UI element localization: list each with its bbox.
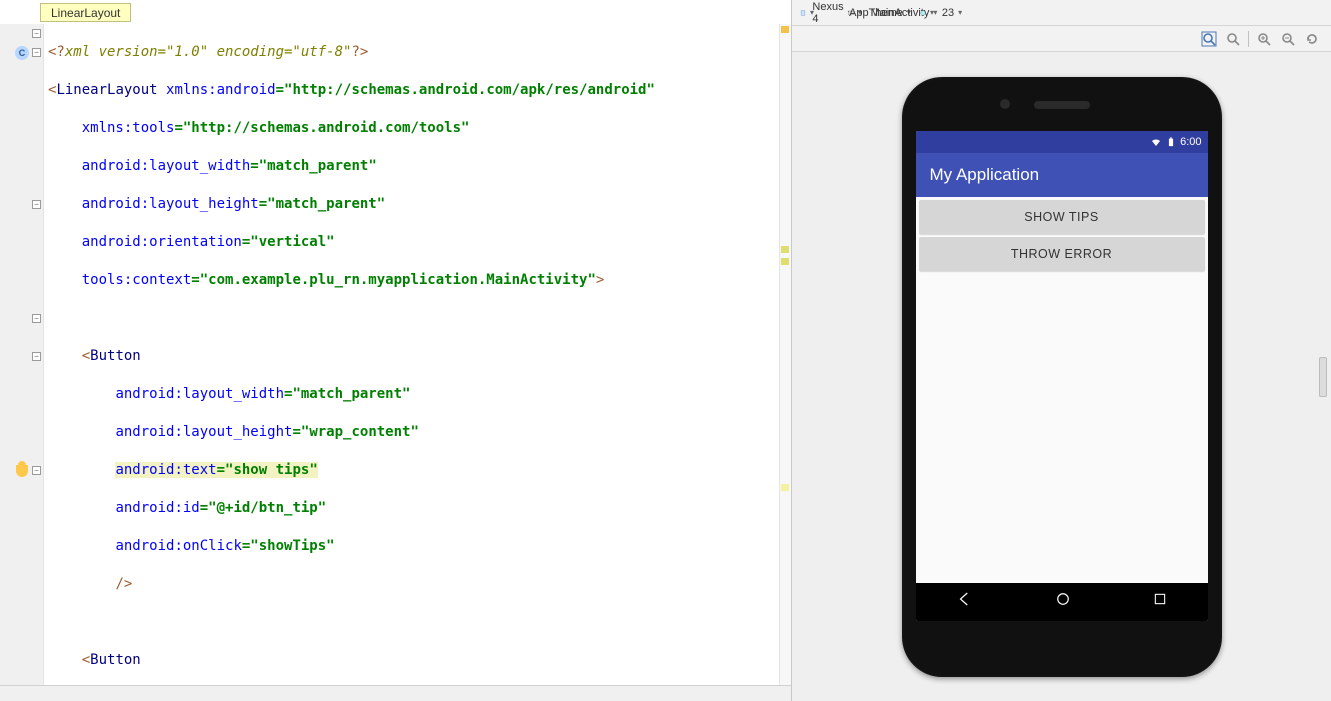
val: http://schemas.android.com/tools	[191, 120, 461, 136]
device-frame: 6:00 My Application SHOW TIPS THROW ERRO…	[902, 77, 1222, 677]
nav-back-icon[interactable]	[956, 590, 974, 613]
xml-editor-pane: LinearLayout − C − − − − − <?xml version…	[0, 0, 792, 701]
zoom-fit-icon[interactable]	[1200, 30, 1218, 48]
attr: android:id	[115, 500, 199, 516]
fold-icon[interactable]: −	[32, 48, 41, 57]
editor-bottom-strip	[0, 685, 791, 701]
val: show tips	[233, 462, 309, 478]
battery-icon	[1166, 136, 1176, 148]
breadcrumb-tag[interactable]: LinearLayout	[40, 3, 131, 22]
api-label: 23	[942, 7, 954, 19]
attr: tools:context	[82, 272, 192, 288]
locale-dropdown[interactable]	[918, 4, 936, 22]
val: match_parent	[301, 386, 402, 402]
attr: android:orientation	[82, 234, 242, 250]
device-dropdown[interactable]: Nexus 4	[822, 4, 840, 22]
fold-icon[interactable]: −	[32, 200, 41, 209]
tag-close: />	[115, 576, 132, 592]
attr: xmlns:tools	[82, 120, 175, 136]
code-area[interactable]: − C − − − − − <?xml version="1.0" encodi…	[0, 24, 791, 685]
intention-bulb-icon[interactable]	[16, 465, 28, 477]
val: match_parent	[276, 196, 377, 212]
speaker-slot	[1034, 101, 1090, 109]
wifi-icon	[1150, 136, 1162, 148]
attr: android:layout_height	[82, 196, 259, 212]
status-bar: 6:00	[916, 131, 1208, 153]
val: wrap_content	[309, 424, 410, 440]
app-title: My Application	[930, 165, 1040, 185]
tag-button: Button	[90, 348, 141, 364]
marker-hint-icon[interactable]	[781, 484, 789, 491]
nav-bar	[916, 583, 1208, 621]
attr: android:text	[115, 462, 216, 478]
attr: android:onClick	[115, 538, 241, 554]
breadcrumb-bar: LinearLayout	[0, 0, 791, 24]
tag-linearlayout: LinearLayout	[56, 82, 157, 98]
button-throw-error[interactable]: THROW ERROR	[919, 237, 1205, 271]
val: showTips	[259, 538, 326, 554]
fold-icon[interactable]: −	[32, 29, 41, 38]
api-dropdown[interactable]: 23	[942, 4, 960, 22]
zoom-in-icon[interactable]	[1255, 30, 1273, 48]
attr: android:layout_width	[82, 158, 251, 174]
val: match_parent	[267, 158, 368, 174]
val: vertical	[259, 234, 326, 250]
clock-label: 6:00	[1180, 136, 1201, 148]
device-screen: 6:00 My Application SHOW TIPS THROW ERRO…	[916, 131, 1208, 621]
marker-warn-icon[interactable]	[781, 258, 789, 265]
app-bar: My Application	[916, 153, 1208, 197]
activity-dropdown[interactable]: MainActivity	[894, 4, 912, 22]
marker-warn-icon[interactable]	[781, 246, 789, 253]
attr: android:layout_height	[115, 424, 292, 440]
val: @+id/btn_tip	[217, 500, 318, 516]
fold-icon[interactable]: −	[32, 314, 41, 323]
device-label: Nexus 4	[812, 1, 843, 25]
tag-button: Button	[90, 652, 141, 668]
design-toolbar: Nexus 4 AppTheme MainActivity 23	[792, 0, 1331, 26]
error-stripe[interactable]	[779, 24, 791, 685]
code-body[interactable]: <?xml version="1.0" encoding="utf-8"?> <…	[44, 24, 791, 685]
fold-icon[interactable]: −	[32, 352, 41, 361]
button-show-tips[interactable]: SHOW TIPS	[919, 200, 1205, 234]
attr: xmlns:android	[166, 82, 276, 98]
editor-gutter: − C − − − − −	[0, 24, 44, 685]
val: http://schemas.android.com/apk/res/andro…	[292, 82, 646, 98]
val: com.example.plu_rn.myapplication.MainAct…	[208, 272, 587, 288]
xml-pi: xml version="1.0" encoding="utf-8"	[65, 44, 352, 60]
nav-recent-icon[interactable]	[1152, 591, 1168, 612]
front-camera	[1000, 99, 1010, 109]
nav-home-icon[interactable]	[1054, 590, 1072, 613]
zoom-reset-icon[interactable]	[1224, 30, 1242, 48]
refresh-icon[interactable]	[1303, 30, 1321, 48]
attr: android:layout_width	[115, 386, 284, 402]
design-preview-pane: Nexus 4 AppTheme MainActivity 23	[792, 0, 1331, 701]
preview-resize-handle[interactable]	[1319, 357, 1327, 397]
zoom-out-icon[interactable]	[1279, 30, 1297, 48]
zoom-bar	[792, 26, 1331, 52]
app-content: SHOW TIPS THROW ERROR	[916, 197, 1208, 583]
marker-warning-icon[interactable]	[781, 26, 789, 33]
preview-canvas[interactable]: 6:00 My Application SHOW TIPS THROW ERRO…	[792, 52, 1331, 701]
